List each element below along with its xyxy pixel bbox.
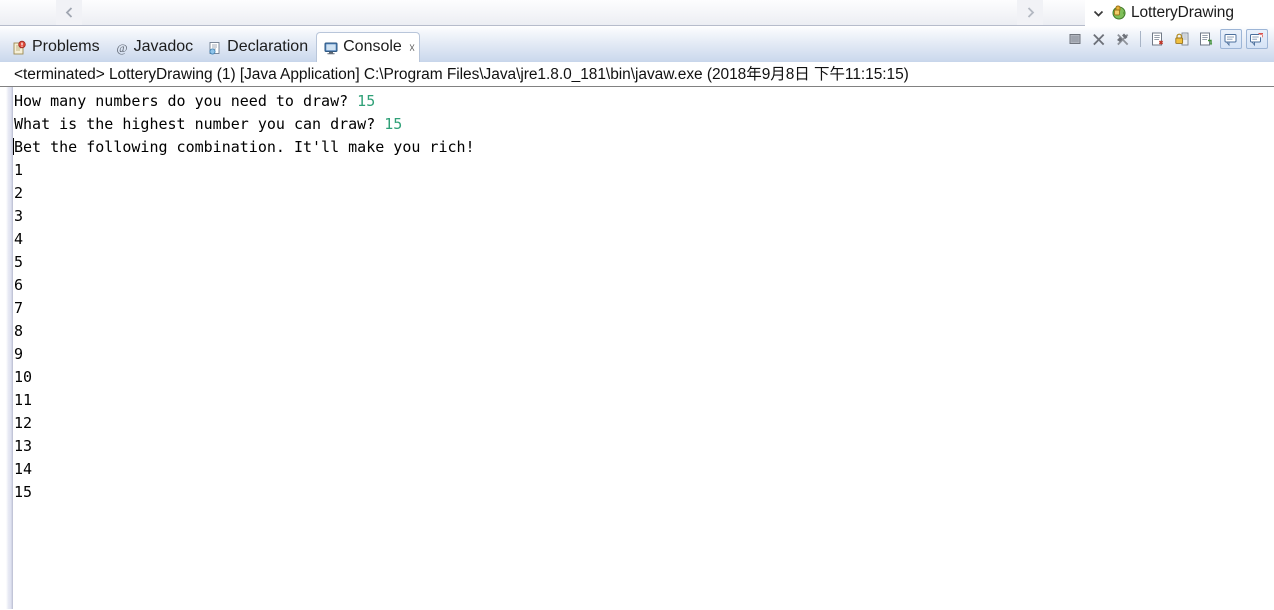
list-item: 3 xyxy=(14,207,24,225)
console-line: How many numbers do you need to draw? 15 xyxy=(14,92,375,110)
user-input-value: 15 xyxy=(384,115,403,133)
list-item: 13 xyxy=(14,437,33,455)
problems-icon xyxy=(12,40,28,56)
java-debug-icon xyxy=(1111,5,1127,21)
clear-console-icon[interactable] xyxy=(1148,29,1168,49)
terminate-icon[interactable] xyxy=(1065,29,1085,49)
console-left-gutter xyxy=(6,87,13,609)
tab-label: Javadoc xyxy=(133,38,194,55)
scroll-lock-icon[interactable] xyxy=(1172,29,1192,49)
word-wrap-icon[interactable] xyxy=(1196,29,1216,49)
list-item: 5 xyxy=(14,253,24,271)
list-item: 9 xyxy=(14,345,24,363)
editor-tab-scroll-area xyxy=(0,0,1085,26)
list-item: 11 xyxy=(14,391,33,409)
svg-text:@: @ xyxy=(116,41,127,55)
javadoc-icon: @ xyxy=(114,40,130,56)
list-item: 10 xyxy=(14,368,33,386)
open-console-icon[interactable] xyxy=(1246,29,1268,49)
tab-label: Console xyxy=(343,38,402,55)
console-toolbar xyxy=(1063,21,1274,62)
console-output-text[interactable]: How many numbers do you need to draw? 15… xyxy=(13,87,1272,504)
console-process-header: <terminated> LotteryDrawing (1) [Java Ap… xyxy=(0,62,1274,87)
console-line: What is the highest number you can draw?… xyxy=(14,115,402,133)
list-item: 7 xyxy=(14,299,24,317)
list-item: 1 xyxy=(14,161,24,179)
tab-label: Declaration xyxy=(227,38,309,55)
console-line: Bet the following combination. It'll mak… xyxy=(13,138,475,156)
tab-label: Problems xyxy=(32,38,100,55)
remove-launch-icon[interactable] xyxy=(1089,29,1109,49)
console-view: <terminated> LotteryDrawing (1) [Java Ap… xyxy=(0,62,1274,610)
console-output-area[interactable]: How many numbers do you need to draw? 15… xyxy=(0,87,1274,609)
user-input-value: 15 xyxy=(357,92,376,110)
list-item: 14 xyxy=(14,460,33,478)
tab-problems[interactable]: Problems xyxy=(6,33,108,62)
list-item: 12 xyxy=(14,414,33,432)
chevron-down-icon[interactable] xyxy=(1092,7,1105,20)
list-item: 8 xyxy=(14,322,24,340)
declaration-icon xyxy=(207,40,223,56)
prompt-text: What is the highest number you can draw? xyxy=(14,115,385,133)
console-icon xyxy=(323,40,339,56)
tab-declaration[interactable]: Declaration xyxy=(201,33,316,62)
chevron-right-icon[interactable] xyxy=(1017,0,1043,25)
close-icon[interactable]: ☓ xyxy=(409,42,415,54)
tab-javadoc[interactable]: @ Javadoc xyxy=(108,33,202,62)
remove-all-launch-icon[interactable] xyxy=(1113,29,1133,49)
view-tabs: Problems @ Javadoc Declaration Console ☓ xyxy=(0,26,421,62)
tab-console[interactable]: Console ☓ xyxy=(316,32,421,62)
list-item: 15 xyxy=(14,483,33,501)
list-item: 2 xyxy=(14,184,24,202)
list-item: 4 xyxy=(14,230,24,248)
list-item: 6 xyxy=(14,276,24,294)
right-view-tab-label: LotteryDrawing xyxy=(1131,4,1234,21)
view-tab-bar: Problems @ Javadoc Declaration Console ☓ xyxy=(0,26,1274,62)
display-console-icon[interactable] xyxy=(1220,29,1242,49)
result-message: Bet the following combination. It'll mak… xyxy=(14,138,475,156)
toolbar-separator xyxy=(1140,31,1141,47)
prompt-text: How many numbers do you need to draw? xyxy=(14,92,358,110)
chevron-left-icon[interactable] xyxy=(56,0,82,25)
